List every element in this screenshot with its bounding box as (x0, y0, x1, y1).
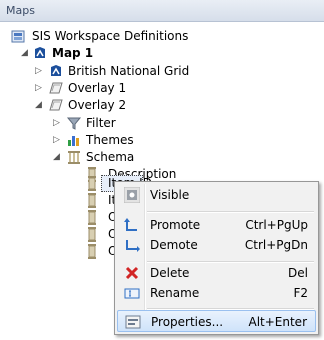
menu-shortcut: F2 (293, 286, 308, 300)
tree-label: Map 1 (52, 46, 94, 60)
collapse-arrow-icon[interactable]: ◢ (52, 153, 61, 162)
schema-icon (66, 149, 82, 165)
menu-item-rename[interactable]: Rename F2 (117, 282, 316, 304)
expand-arrow-icon[interactable]: ▷ (52, 136, 61, 145)
expand-arrow-icon[interactable]: ▷ (34, 67, 43, 76)
maps-panel-header: Maps (0, 0, 324, 22)
menu-label: Delete (150, 266, 190, 280)
tree-label: Overlay 1 (68, 81, 127, 95)
menu-label: Properties... (151, 315, 224, 329)
filter-icon (66, 115, 82, 131)
menu-shortcut: Alt+Enter (248, 315, 307, 329)
column-icon (84, 243, 100, 259)
promote-icon (124, 217, 140, 233)
menu-label: Visible (150, 188, 190, 202)
menu-item-promote[interactable]: Promote Ctrl+PgUp (117, 214, 316, 236)
menu-separator (147, 211, 314, 213)
column-icon (84, 175, 100, 191)
menu-shortcut: Del (288, 266, 308, 280)
menu-label: Rename (150, 286, 200, 300)
tree-label: British National Grid (68, 64, 190, 78)
menu-label: Promote (150, 218, 201, 232)
delete-icon (124, 265, 140, 281)
menu-item-delete[interactable]: Delete Del (117, 262, 316, 284)
map-icon (32, 45, 48, 61)
properties-icon (125, 314, 141, 330)
expand-arrow-icon[interactable]: ▷ (52, 119, 61, 128)
coordinate-system-icon (48, 63, 64, 79)
expand-arrow-icon[interactable]: ▷ (34, 84, 43, 93)
themes-icon (66, 132, 82, 148)
menu-item-demote[interactable]: Demote Ctrl+PgDn (117, 234, 316, 256)
visible-icon (123, 186, 141, 204)
overlay-icon (48, 80, 64, 96)
tree-label: Themes (86, 133, 134, 147)
column-icon (84, 192, 100, 208)
menu-label: Demote (150, 238, 198, 252)
rename-icon (124, 285, 140, 301)
menu-item-properties[interactable]: Properties... Alt+Enter (117, 310, 316, 332)
collapse-arrow-icon[interactable]: ◢ (34, 101, 43, 110)
tree-label: SIS Workspace Definitions (32, 29, 189, 43)
demote-icon (124, 237, 140, 253)
menu-shortcut: Ctrl+PgDn (244, 238, 308, 252)
tree-label: Filter (86, 116, 116, 130)
panel-title: Maps (6, 4, 35, 17)
tree-label: Overlay 2 (68, 98, 127, 112)
context-menu: Visible Promote Ctrl+PgUp Demote Ctrl+Pg… (114, 181, 319, 335)
tree-label: Schema (86, 150, 135, 164)
overlay-icon (48, 97, 64, 113)
collapse-arrow-icon[interactable]: ◢ (20, 49, 29, 58)
menu-item-visible[interactable]: Visible (117, 184, 316, 206)
workspace-icon (10, 28, 26, 44)
menu-shortcut: Ctrl+PgUp (245, 218, 308, 232)
column-icon (84, 226, 100, 242)
column-icon (84, 209, 100, 225)
